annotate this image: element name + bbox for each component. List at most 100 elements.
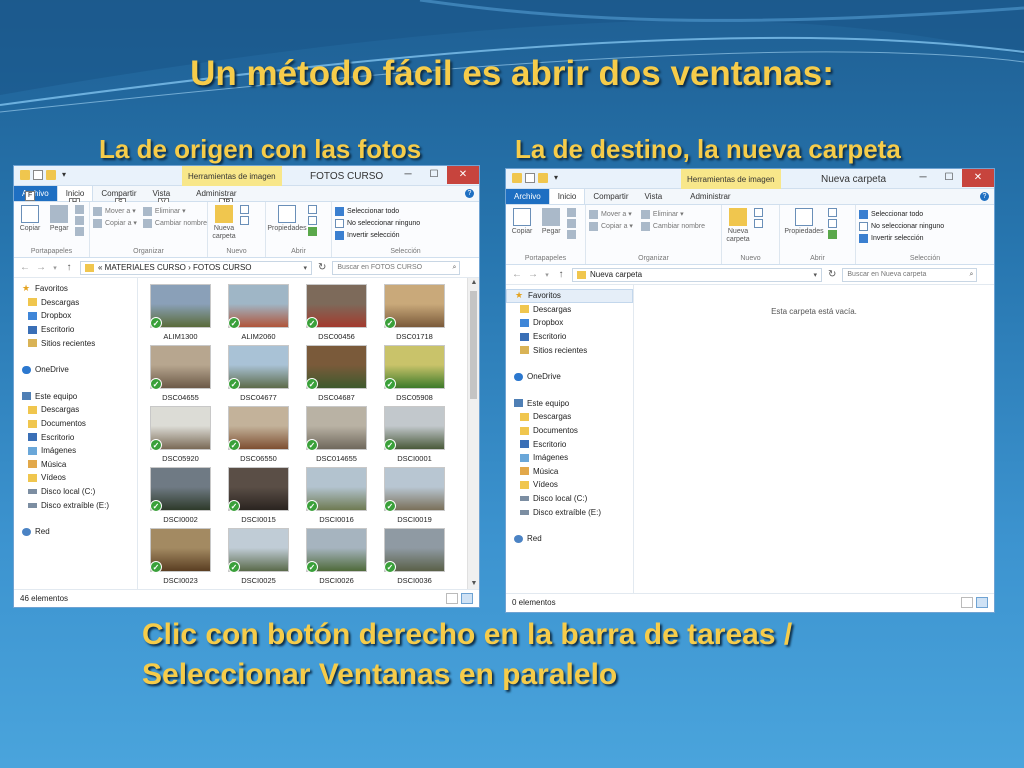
photo-thumbnail[interactable]: ✓ DSCI0036	[384, 528, 445, 589]
properties-icon[interactable]	[33, 170, 43, 180]
rename-button[interactable]: Cambiar nombre	[142, 217, 207, 229]
address-bar[interactable]: Nueva carpeta ▾	[572, 267, 822, 282]
select-none-button[interactable]: No seleccionar ninguno	[335, 217, 476, 229]
nav-item-descargas-pc[interactable]: Descargas	[506, 410, 633, 424]
contextual-tab-image-tools[interactable]: Herramientas de imagen	[681, 169, 781, 189]
help-icon[interactable]: ?	[980, 192, 989, 201]
help-icon[interactable]: ?	[465, 189, 474, 198]
back-arrow-icon[interactable]: ←	[20, 262, 30, 273]
photo-thumbnail[interactable]: ✓ DSCI0025	[228, 528, 289, 589]
photo-thumbnail[interactable]: ✓ DSC014655	[306, 406, 367, 467]
refresh-icon[interactable]: ↻	[828, 269, 836, 280]
tab-inicio[interactable]: Inicio	[548, 189, 586, 204]
up-arrow-icon[interactable]: ↑	[556, 269, 566, 280]
new-item-icon[interactable]	[754, 208, 764, 217]
paste-shortcut-icon[interactable]	[75, 227, 85, 236]
nav-item-disco-extraible[interactable]: Disco extraíble (E:)	[14, 498, 137, 512]
chevron-down-icon[interactable]: ▾	[813, 271, 817, 279]
photo-thumbnail[interactable]: ✓ ALIM1300	[150, 284, 211, 345]
nav-item-onedrive[interactable]: OneDrive	[14, 363, 137, 377]
close-button[interactable]: ✕	[962, 169, 994, 187]
photo-thumbnail[interactable]: ✓ DSC00456	[306, 284, 367, 345]
nav-item-escritorio[interactable]: Escritorio	[14, 323, 137, 337]
maximize-button[interactable]: ☐	[421, 166, 447, 184]
rename-button[interactable]: Cambiar nombre	[640, 220, 705, 232]
details-view-icon[interactable]	[961, 597, 973, 608]
open-icon[interactable]	[828, 208, 838, 217]
nav-item-red[interactable]: Red	[14, 525, 137, 539]
new-folder-icon[interactable]	[46, 170, 56, 180]
history-icon[interactable]	[828, 230, 838, 239]
photo-thumbnail[interactable]: ✓ DSCI0016	[306, 467, 367, 528]
copy-to-button[interactable]: Copiar a ▾	[589, 220, 633, 232]
up-arrow-icon[interactable]: ↑	[64, 262, 74, 273]
forward-arrow-icon[interactable]: →	[36, 262, 46, 273]
tab-administrar[interactable]: Administrar	[178, 186, 244, 201]
nav-item-videos[interactable]: Vídeos	[14, 471, 137, 485]
properties-icon[interactable]	[525, 173, 535, 183]
easy-access-icon[interactable]	[240, 216, 250, 225]
photo-thumbnail[interactable]: ✓ DSCI0026	[306, 528, 367, 589]
select-all-button[interactable]: Seleccionar todo	[335, 205, 476, 217]
new-folder-button[interactable]: Nueva carpeta	[211, 205, 237, 241]
nav-item-disco-extraible[interactable]: Disco extraíble (E:)	[506, 505, 633, 519]
large-icons-view-icon[interactable]	[976, 597, 988, 608]
copy-to-button[interactable]: Copiar a ▾	[93, 217, 137, 229]
scroll-down-arrow-icon[interactable]: ▼	[468, 579, 479, 589]
photo-thumbnail[interactable]: ✓ DSCI0023	[150, 528, 211, 589]
tab-archivo[interactable]: Archivo	[14, 186, 57, 201]
tab-vista[interactable]: Vista	[637, 189, 671, 204]
scroll-up-arrow-icon[interactable]: ▲	[468, 278, 479, 288]
tab-archivo[interactable]: Archivo	[506, 189, 549, 204]
close-button[interactable]: ✕	[447, 166, 479, 184]
paste-button[interactable]: Pegar	[46, 205, 72, 233]
new-folder-icon[interactable]	[538, 173, 548, 183]
properties-button[interactable]: Propiedades	[783, 208, 825, 236]
photo-thumbnail[interactable]: ✓ DSCI0001	[384, 406, 445, 467]
select-all-button[interactable]: Seleccionar todo	[859, 208, 991, 220]
nav-item-descargas[interactable]: Descargas	[14, 296, 137, 310]
copy-path-icon[interactable]	[75, 216, 85, 225]
forward-arrow-icon[interactable]: →	[528, 269, 538, 280]
photo-thumbnail[interactable]: ✓ DSCI0002	[150, 467, 211, 528]
nav-item-dropbox[interactable]: Dropbox	[14, 309, 137, 323]
select-none-button[interactable]: No seleccionar ninguno	[859, 220, 991, 232]
nav-item-este-equipo[interactable]: Este equipo	[506, 397, 633, 411]
open-icon[interactable]	[308, 205, 318, 214]
copy-button[interactable]: Copiar	[17, 205, 43, 233]
nav-item-descargas-pc[interactable]: Descargas	[14, 403, 137, 417]
nav-item-disco-local[interactable]: Disco local (C:)	[14, 485, 137, 499]
details-view-icon[interactable]	[446, 593, 458, 604]
photo-thumbnail[interactable]: ✓ DSCI0015	[228, 467, 289, 528]
nav-item-documentos[interactable]: Documentos	[506, 424, 633, 438]
photo-thumbnail[interactable]: ✓ DSC05908	[384, 345, 445, 406]
photo-thumbnail[interactable]: ✓ DSC06550	[228, 406, 289, 467]
nav-item-escritorio[interactable]: Escritorio	[506, 330, 633, 344]
maximize-button[interactable]: ☐	[936, 169, 962, 187]
photo-thumbnail[interactable]: ✓ DSC01718	[384, 284, 445, 345]
nav-item-este-equipo[interactable]: Este equipo	[14, 390, 137, 404]
paste-shortcut-icon[interactable]	[567, 230, 577, 239]
contextual-tab-image-tools[interactable]: Herramientas de imagen	[182, 166, 282, 186]
new-item-icon[interactable]	[240, 205, 250, 214]
photo-thumbnail[interactable]: ✓ DSC04687	[306, 345, 367, 406]
search-input[interactable]: Buscar en Nueva carpeta ⌕	[842, 267, 978, 282]
paste-button[interactable]: Pegar	[538, 208, 564, 236]
photo-thumbnail[interactable]: ✓ DSC04655	[150, 345, 211, 406]
move-to-button[interactable]: Mover a ▾	[589, 208, 633, 220]
invert-selection-button[interactable]: Invertir selección	[335, 229, 476, 241]
nav-item-onedrive[interactable]: OneDrive	[506, 370, 633, 384]
move-to-button[interactable]: Mover a ▾	[93, 205, 137, 217]
nav-item-dropbox[interactable]: Dropbox	[506, 316, 633, 330]
chevron-down-icon[interactable]: ▾	[303, 264, 307, 272]
edit-icon[interactable]	[308, 216, 318, 225]
minimize-button[interactable]: ─	[395, 166, 421, 184]
nav-item-sitios-recientes[interactable]: Sitios recientes	[506, 343, 633, 357]
nav-item-imagenes[interactable]: Imágenes	[14, 444, 137, 458]
recent-locations-icon[interactable]: ▾	[52, 264, 58, 272]
scroll-thumb[interactable]	[470, 291, 477, 399]
nav-item-escritorio-pc[interactable]: Escritorio	[506, 437, 633, 451]
nav-item-sitios-recientes[interactable]: Sitios recientes	[14, 336, 137, 350]
nav-item-favoritos[interactable]: ★ Favoritos	[506, 289, 633, 303]
photo-thumbnail[interactable]: ✓ DSC05920	[150, 406, 211, 467]
